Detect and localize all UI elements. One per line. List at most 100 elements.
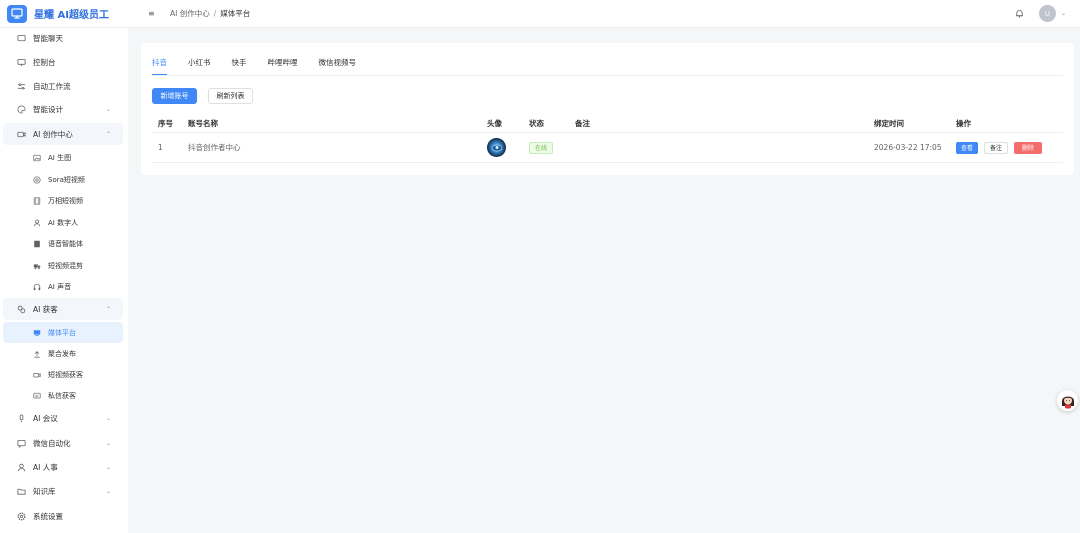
film-icon [32,196,41,205]
assistant-avatar-button[interactable] [1057,390,1078,411]
sidebar-subitem-media-platform[interactable]: 媒体平台 [3,322,123,343]
sidebar-item-creation[interactable]: AI 创作中心 ⌃ [3,123,123,145]
monitor-logo-icon [7,4,27,23]
sidebar-item-console[interactable]: 控制台 [3,51,123,73]
chat-icon [16,33,26,43]
sidebar-subitem-ai-voice[interactable]: AI 声音 [3,276,123,297]
tab-bilibili[interactable]: 哔哩哔哩 [268,57,298,75]
sidebar-item-hr[interactable]: AI 人事 ⌄ [3,456,123,478]
sidebar-item-label: 自动工作流 [33,81,71,91]
monitor-solid-icon [32,328,41,337]
add-account-button[interactable]: 新增账号 [152,88,197,104]
tab-wechat-channels[interactable]: 微信视频号 [319,57,357,75]
upload-icon [32,349,41,358]
sidebar-subitem-dm-acquire[interactable]: 私信获客 [3,385,123,406]
platform-tabs: 抖音 小红书 快手 哔哩哔哩 微信视频号 [152,57,377,77]
sidebar-item-wechat[interactable]: 微信自动化 ⌄ [3,432,123,454]
truck-icon [32,261,41,270]
sidebar-subitem-aggregate-publish[interactable]: 聚合发布 [3,343,123,364]
tab-douyin[interactable]: 抖音 [152,57,167,75]
monitor-icon [16,57,26,67]
sidebar-subitem-ai-image[interactable]: AI 生图 [3,147,123,168]
sidebar-subitem-digital-human[interactable]: AI 数字人 [3,212,123,233]
sidebar-item-settings[interactable]: 系统设置 [3,505,123,527]
sidebar-subitem-video-mix[interactable]: 短视频混剪 [3,255,123,276]
view-button[interactable]: 查看 [956,141,979,154]
aperture-icon [32,175,41,184]
chevron-down-icon: ⌄ [105,414,111,422]
tab-xiaohongshu[interactable]: 小红书 [188,57,211,75]
sliders-icon [16,81,26,91]
app-title: 星耀 AI超级员工 [34,10,109,21]
sidebar-subitem-label: 私信获客 [48,391,76,400]
image-icon [32,153,41,162]
chat-bubble-icon [32,391,41,400]
chevron-down-icon: ⌄ [105,439,111,447]
sidebar-item-label: 智能聊天 [33,33,63,43]
sidebar-item-label: AI 获客 [33,304,58,314]
sidebar-item-label: 微信自动化 [33,438,71,448]
sidebar-subitem-label: 短视频获客 [48,370,83,379]
tab-divider [152,75,1063,76]
column-header-ops: 操作 [956,118,971,128]
column-header-avatar: 头像 [487,118,502,128]
sidebar-item-label: 智能设计 [33,104,63,114]
chevron-down-icon: ⌄ [105,487,111,495]
sidebar-subitem-voice-agent[interactable]: 语音智能体 [3,233,123,254]
sidebar-item-design[interactable]: 智能设计 ⌄ [3,98,123,120]
sidebar-item-label: AI 会议 [33,413,58,423]
sidebar-item-knowledge[interactable]: 知识库 ⌄ [3,480,123,502]
tab-kuaishou[interactable]: 快手 [232,57,247,75]
sidebar-item-meeting[interactable]: AI 会议 ⌄ [3,407,123,429]
document-icon [32,239,41,248]
column-header-name: 账号名称 [188,118,218,128]
sidebar-subitem-label: AI 数字人 [48,218,79,227]
sidebar-subitem-sora[interactable]: Sora短视频 [3,169,123,190]
status-badge: 在线 [529,141,554,154]
column-header-no: 序号 [158,118,173,128]
brand[interactable]: 星耀 AI超级员工 [0,0,128,28]
camera-icon [32,370,41,379]
chevron-down-icon[interactable]: ⌄ [1061,10,1066,17]
gear-icon [16,511,26,521]
video-icon [16,129,26,139]
sidebar-item-label: 控制台 [33,57,56,67]
chevron-up-icon: ⌃ [105,305,111,313]
breadcrumb-separator: / [213,9,217,18]
sidebar-subitem-label: 聚合发布 [48,349,76,358]
delete-button[interactable]: 删除 [1014,141,1043,154]
user-avatar[interactable]: U [1038,5,1056,22]
top-header: 星耀 AI超级员工 ≡ AI 创作中心 / 媒体平台 U ⌄ [0,0,1080,28]
row-no: 1 [158,143,163,152]
sidebar-subitem-label: 语音智能体 [48,239,83,248]
sidebar-item-label: 知识库 [33,486,56,496]
row-account-name: 抖音创作者中心 [188,143,241,152]
row-bind-time: 2026-03-22 17:05 [874,143,942,152]
sidebar-item-chat[interactable]: 智能聊天 [3,28,123,49]
sidebar-item-workflow[interactable]: 自动工作流 [3,75,123,97]
note-button[interactable]: 备注 [984,141,1009,154]
table-row: 1 抖音创作者中心 在线 2026-03-22 17:05 查看 备注 删除 [152,133,1063,163]
folder-icon [16,486,26,496]
bell-icon[interactable] [1013,7,1027,21]
sidebar-subitem-wanxiang[interactable]: 万相短视频 [3,190,123,211]
sidebar-subitem-label: Sora短视频 [48,175,85,184]
sidebar-subitem-label: 万相短视频 [48,196,83,205]
assistant-avatar-icon [1061,396,1074,409]
breadcrumb-parent[interactable]: AI 创作中心 [170,9,210,18]
refresh-list-button[interactable]: 刷新列表 [208,88,253,104]
sidebar: 智能聊天 控制台 自动工作流 智能设计 ⌄ AI 创作中心 ⌃ AI 生图 So… [0,28,128,533]
sidebar-item-acquire[interactable]: AI 获客 ⌃ [3,298,123,320]
palette-icon [16,104,26,114]
chevron-down-icon: ⌄ [105,105,111,113]
breadcrumb-current: 媒体平台 [220,9,251,18]
sidebar-subitem-label: AI 生图 [48,153,72,162]
sidebar-subitem-label: AI 声音 [48,282,72,291]
sidebar-item-label: AI 创作中心 [33,129,73,139]
menu-toggle-icon[interactable]: ≡ [148,9,158,18]
sidebar-subitem-video-acquire[interactable]: 短视频获客 [3,364,123,385]
media-platform-card: 抖音 小红书 快手 哔哩哔哩 微信视频号 新增账号 刷新列表 序号 账号名称 头… [141,43,1074,175]
column-header-status: 状态 [529,118,544,128]
headphones-icon [32,282,41,291]
chevron-down-icon: ⌄ [105,463,111,471]
